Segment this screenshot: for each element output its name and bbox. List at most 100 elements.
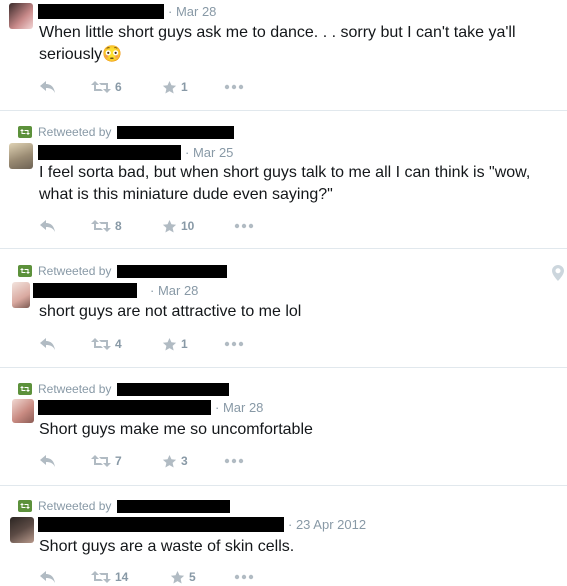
retweet-badge-icon — [18, 126, 32, 138]
tweet-3[interactable]: Retweeted by · Mar 28 short guys are not… — [0, 249, 567, 367]
retweet-badge-icon — [18, 500, 32, 512]
retweet-button[interactable]: 7 — [91, 452, 122, 470]
favorite-button[interactable]: 3 — [162, 452, 188, 470]
tweet-text-body: I feel sorta bad, but when short guys ta… — [39, 164, 531, 203]
avatar[interactable] — [9, 3, 33, 29]
favorite-count: 3 — [181, 454, 188, 468]
tweet-text: Short guys are a waste of skin cells. — [39, 536, 544, 558]
date-text: Mar 28 — [222, 400, 264, 415]
reply-icon — [40, 455, 55, 467]
tweet-actions: 7 3 — [39, 452, 269, 470]
location-pin-icon[interactable] — [552, 265, 564, 281]
retweet-button[interactable]: 14 — [91, 568, 128, 586]
retweet-count: 8 — [115, 219, 122, 233]
reply-button[interactable] — [39, 335, 57, 353]
redacted-retweeter — [117, 499, 231, 513]
tweet-date[interactable]: · Mar 28 — [168, 4, 216, 19]
tweet-date[interactable]: · Mar 28 — [150, 283, 198, 298]
more-button[interactable] — [224, 452, 244, 470]
retweet-icon — [91, 220, 111, 232]
date-text: 23 Apr 2012 — [295, 517, 367, 532]
reply-icon — [40, 220, 55, 232]
more-icon — [234, 574, 254, 580]
tweet-5[interactable]: Retweeted by · 23 Apr 2012 Short guys ar… — [0, 486, 567, 585]
retweeted-by-label: Retweeted by — [38, 125, 112, 139]
reply-button[interactable] — [39, 217, 57, 235]
tweet-actions: 4 1 — [39, 335, 269, 353]
tweet-text: short guys are not attractive to me lol — [39, 301, 544, 323]
retweeted-by-line: Retweeted by — [18, 382, 230, 396]
favorite-button[interactable]: 1 — [162, 78, 188, 96]
tweet-date[interactable]: · Mar 28 — [215, 400, 263, 415]
retweeted-by-line: Retweeted by — [18, 499, 231, 513]
flushed-face-emoji: 😳 — [102, 46, 123, 63]
retweeted-by-label: Retweeted by — [38, 499, 112, 513]
star-icon — [162, 219, 177, 232]
retweet-badge-icon — [18, 265, 32, 277]
redacted-retweeter — [117, 125, 235, 139]
retweet-count: 4 — [115, 337, 122, 351]
retweet-count: 14 — [115, 570, 129, 584]
reply-button[interactable] — [39, 568, 57, 586]
tweet-text-body: Short guys are a waste of skin cells. — [39, 538, 295, 555]
retweeted-by-line: Retweeted by — [18, 125, 235, 139]
redacted-username — [38, 517, 284, 532]
retweeted-by-label: Retweeted by — [38, 382, 112, 396]
favorite-count: 1 — [181, 337, 188, 351]
tweet-text-body: Short guys make me so uncomfortable — [39, 421, 313, 438]
avatar[interactable] — [10, 517, 34, 543]
favorite-count: 5 — [189, 570, 196, 584]
more-button[interactable] — [224, 78, 244, 96]
tweet-actions: 8 10 — [39, 217, 269, 235]
favorite-count: 10 — [181, 219, 195, 233]
star-icon — [170, 570, 185, 583]
favorite-count: 1 — [181, 80, 188, 94]
tweet-date[interactable]: · 23 Apr 2012 — [288, 517, 366, 532]
retweet-button[interactable]: 4 — [91, 335, 122, 353]
redacted-retweeter — [117, 382, 230, 396]
more-icon — [224, 84, 244, 90]
tweet-1[interactable]: · Mar 28 When little short guys ask me t… — [0, 0, 567, 110]
reply-icon — [40, 81, 55, 93]
avatar[interactable] — [12, 282, 30, 308]
avatar[interactable] — [9, 143, 33, 169]
date-text: Mar 28 — [175, 4, 217, 19]
reply-icon — [40, 338, 55, 350]
avatar[interactable] — [12, 399, 34, 423]
retweet-count: 7 — [115, 454, 122, 468]
reply-button[interactable] — [39, 78, 57, 96]
tweet-text-body: short guys are not attractive to me lol — [39, 303, 302, 320]
more-button[interactable] — [224, 335, 244, 353]
tweet-date[interactable]: · Mar 25 — [185, 145, 233, 160]
more-icon — [224, 458, 244, 464]
retweet-icon — [91, 571, 111, 583]
retweet-count: 6 — [115, 80, 122, 94]
more-button[interactable] — [234, 217, 254, 235]
favorite-button[interactable]: 1 — [162, 335, 188, 353]
date-text: Mar 28 — [157, 283, 199, 298]
tweet-text: I feel sorta bad, but when short guys ta… — [39, 162, 544, 206]
reply-button[interactable] — [39, 452, 57, 470]
tweet-actions: 6 1 — [39, 78, 269, 96]
retweet-badge-icon — [18, 383, 32, 395]
retweet-icon — [91, 338, 111, 350]
star-icon — [162, 454, 177, 467]
date-text: Mar 25 — [192, 145, 234, 160]
retweet-button[interactable]: 6 — [91, 78, 122, 96]
retweet-button[interactable]: 8 — [91, 217, 122, 235]
star-icon — [162, 337, 177, 350]
redacted-username — [38, 145, 181, 160]
tweet-2[interactable]: Retweeted by · Mar 25 I feel sorta bad, … — [0, 111, 567, 248]
favorite-button[interactable]: 10 — [162, 217, 194, 235]
retweet-icon — [91, 455, 111, 467]
redacted-username — [33, 283, 137, 298]
redacted-retweeter — [117, 264, 228, 278]
retweeted-by-label: Retweeted by — [38, 264, 112, 278]
favorite-button[interactable]: 5 — [170, 568, 196, 586]
tweet-4[interactable]: Retweeted by · Mar 28 Short guys make me… — [0, 368, 567, 485]
star-icon — [162, 80, 177, 93]
tweet-actions: 14 5 — [39, 568, 269, 586]
retweet-icon — [91, 81, 111, 93]
reply-icon — [40, 571, 55, 583]
more-button[interactable] — [234, 568, 254, 586]
